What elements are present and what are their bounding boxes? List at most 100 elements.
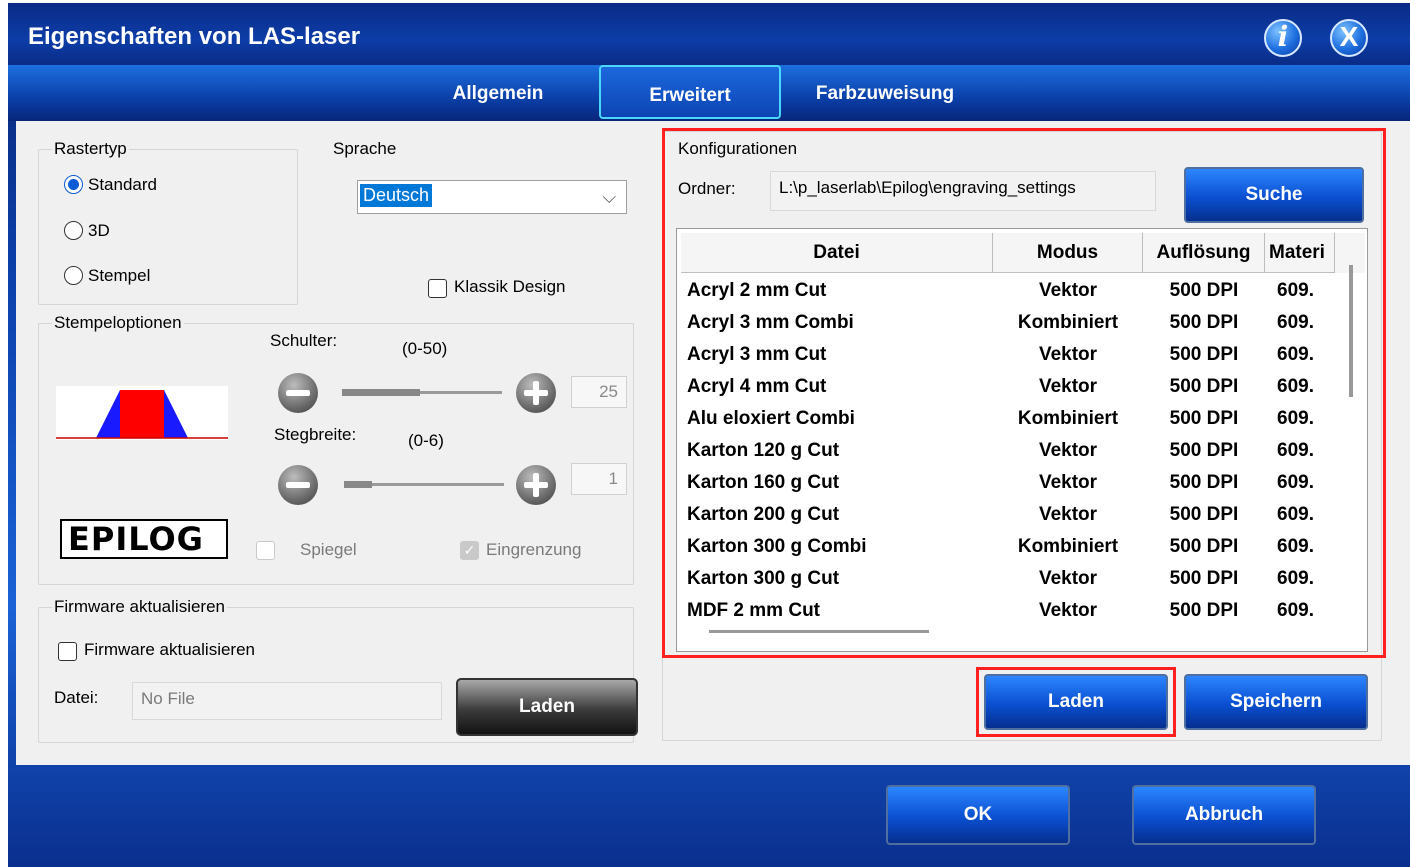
table-row[interactable]: Acryl 3 mm Cut Vektor 500 DPI 609. — [681, 339, 1341, 371]
table-cell: 609. — [1277, 568, 1314, 589]
table-cell: Karton 200 g Cut — [687, 504, 840, 525]
table-cell: MDF 2 mm Cut — [687, 600, 820, 621]
table-header: Datei Modus Auflösung Materi — [681, 233, 1365, 273]
table-row[interactable]: Karton 160 g Cut Vektor 500 DPI 609. — [681, 467, 1341, 499]
table-cell: 500 DPI — [1169, 280, 1239, 301]
column-header-aufloesung[interactable]: Auflösung — [1143, 233, 1265, 273]
dialog-footer: OK Abbruch — [8, 765, 1410, 867]
chevron-down-icon: ⌵ — [602, 187, 616, 207]
table-cell: 500 DPI — [1169, 376, 1239, 397]
column-header-datei[interactable]: Datei — [681, 233, 993, 273]
table-cell: 609. — [1277, 504, 1314, 525]
tab-erweitert[interactable]: Erweitert — [599, 65, 781, 119]
table-row[interactable]: Alu eloxiert Combi Kombiniert 500 DPI 609. — [681, 403, 1341, 435]
table-cell: 500 DPI — [1169, 536, 1239, 557]
table-cell: Kombiniert — [1017, 536, 1119, 557]
schulter-value[interactable]: 25 — [571, 376, 627, 408]
firmware-legend: Firmware aktualisieren — [52, 597, 227, 617]
ordner-path-field[interactable]: L:\p_laserlab\Epilog\engraving_settings — [770, 171, 1156, 211]
table-cell: Acryl 4 mm Cut — [687, 376, 827, 397]
table-row[interactable]: Karton 300 g Cut Vektor 500 DPI 609. — [681, 563, 1341, 595]
table-cell: Vektor — [1038, 376, 1098, 397]
firmware-file-field[interactable]: No File — [132, 682, 442, 720]
firmware-checkbox[interactable] — [58, 642, 77, 661]
table-cell: 609. — [1277, 280, 1314, 301]
firmware-laden-button[interactable]: Laden — [456, 678, 638, 736]
schulter-label: Schulter: — [270, 331, 338, 350]
speichern-button[interactable]: Speichern — [1184, 674, 1368, 730]
column-header-modus[interactable]: Modus — [993, 233, 1143, 273]
table-cell: Vektor — [1038, 568, 1098, 589]
table-cell: Alu eloxiert Combi — [687, 408, 855, 429]
close-icon[interactable]: X — [1330, 19, 1368, 57]
rastertyp-legend: Rastertyp — [52, 139, 129, 159]
table-cell: Vektor — [1038, 344, 1098, 365]
table-cell: Acryl 3 mm Combi — [687, 312, 854, 333]
table-cell: Kombiniert — [1017, 312, 1119, 333]
table-row[interactable]: Karton 200 g Cut Vektor 500 DPI 609. — [681, 499, 1341, 531]
radio-3d-label: 3D — [88, 221, 110, 240]
tab-farbzuweisung[interactable]: Farbzuweisung — [800, 65, 970, 119]
config-laden-button[interactable]: Laden — [984, 674, 1168, 730]
tab-allgemein[interactable]: Allgemein — [438, 65, 558, 119]
table-cell: Vektor — [1038, 600, 1098, 621]
table-row[interactable]: Acryl 2 mm Cut Vektor 500 DPI 609. — [681, 275, 1341, 307]
schulter-minus-icon[interactable] — [278, 373, 318, 413]
table-row[interactable]: Karton 300 g Combi Kombiniert 500 DPI 609. — [681, 531, 1341, 563]
table-row[interactable]: Karton 120 g Cut Vektor 500 DPI 609. — [681, 435, 1341, 467]
window-title: Eigenschaften von LAS-laser — [28, 23, 361, 50]
column-header-material[interactable]: Materi — [1265, 233, 1335, 273]
table-cell: Acryl 3 mm Cut — [687, 344, 827, 365]
klassik-design-label: Klassik Design — [454, 277, 566, 296]
table-row[interactable]: Acryl 3 mm Combi Kombiniert 500 DPI 609. — [681, 307, 1341, 339]
radio-stempel[interactable] — [64, 266, 83, 285]
epilog-logo: EPILOG — [60, 519, 228, 559]
schulter-slider[interactable] — [342, 389, 502, 396]
ok-button[interactable]: OK — [886, 785, 1070, 845]
table-cell: 500 DPI — [1169, 504, 1239, 525]
firmware-checkbox-label: Firmware aktualisieren — [84, 640, 255, 659]
config-table: Datei Modus Auflösung Materi Acryl 2 mm … — [676, 228, 1368, 652]
radio-standard[interactable] — [64, 175, 83, 194]
table-cell: 609. — [1277, 600, 1314, 621]
table-cell: 609. — [1277, 408, 1314, 429]
properties-dialog: Eigenschaften von LAS-laser i X Allgemei… — [8, 3, 1410, 867]
sprache-select[interactable]: Deutsch ⌵ — [357, 180, 627, 214]
schulter-plus-icon[interactable] — [516, 373, 556, 413]
table-cell: 500 DPI — [1169, 472, 1239, 493]
table-cell: 500 DPI — [1169, 440, 1239, 461]
table-cell: Karton 120 g Cut — [687, 440, 840, 461]
horizontal-scrollbar[interactable] — [709, 630, 929, 633]
stegbreite-slider[interactable] — [344, 481, 504, 488]
spiegel-label: Spiegel — [300, 540, 357, 559]
table-cell: Karton 300 g Cut — [687, 568, 840, 589]
sprache-label: Sprache — [333, 139, 397, 158]
stegbreite-minus-icon[interactable] — [278, 465, 318, 505]
stegbreite-value[interactable]: 1 — [571, 463, 627, 495]
table-cell: 500 DPI — [1169, 600, 1239, 621]
table-cell: 609. — [1277, 440, 1314, 461]
info-icon[interactable]: i — [1264, 19, 1302, 57]
stegbreite-range: (0-6) — [408, 431, 444, 450]
radio-stempel-label: Stempel — [88, 266, 151, 285]
table-cell: 609. — [1277, 376, 1314, 397]
table-cell: Vektor — [1038, 280, 1098, 301]
spiegel-checkbox[interactable] — [256, 541, 275, 560]
klassik-design-checkbox[interactable] — [428, 279, 447, 298]
eingrenzung-checkbox[interactable]: ✓ — [460, 541, 479, 560]
radio-3d[interactable] — [64, 221, 83, 240]
vertical-scrollbar[interactable] — [1349, 265, 1353, 397]
schulter-range: (0-50) — [402, 339, 448, 358]
table-cell: Karton 300 g Combi — [687, 536, 867, 557]
sprache-value: Deutsch — [360, 184, 433, 207]
table-row[interactable]: Acryl 4 mm Cut Vektor 500 DPI 609. — [681, 371, 1341, 403]
suche-button[interactable]: Suche — [1184, 167, 1364, 223]
table-cell: Kombiniert — [1017, 408, 1119, 429]
abbruch-button[interactable]: Abbruch — [1132, 785, 1316, 845]
stempeloptionen-legend: Stempeloptionen — [52, 313, 184, 333]
table-cell: 500 DPI — [1169, 408, 1239, 429]
stegbreite-plus-icon[interactable] — [516, 465, 556, 505]
table-cell: 609. — [1277, 312, 1314, 333]
stamp-profile-preview — [56, 386, 228, 440]
table-row[interactable]: MDF 2 mm Cut Vektor 500 DPI 609. — [681, 595, 1341, 627]
